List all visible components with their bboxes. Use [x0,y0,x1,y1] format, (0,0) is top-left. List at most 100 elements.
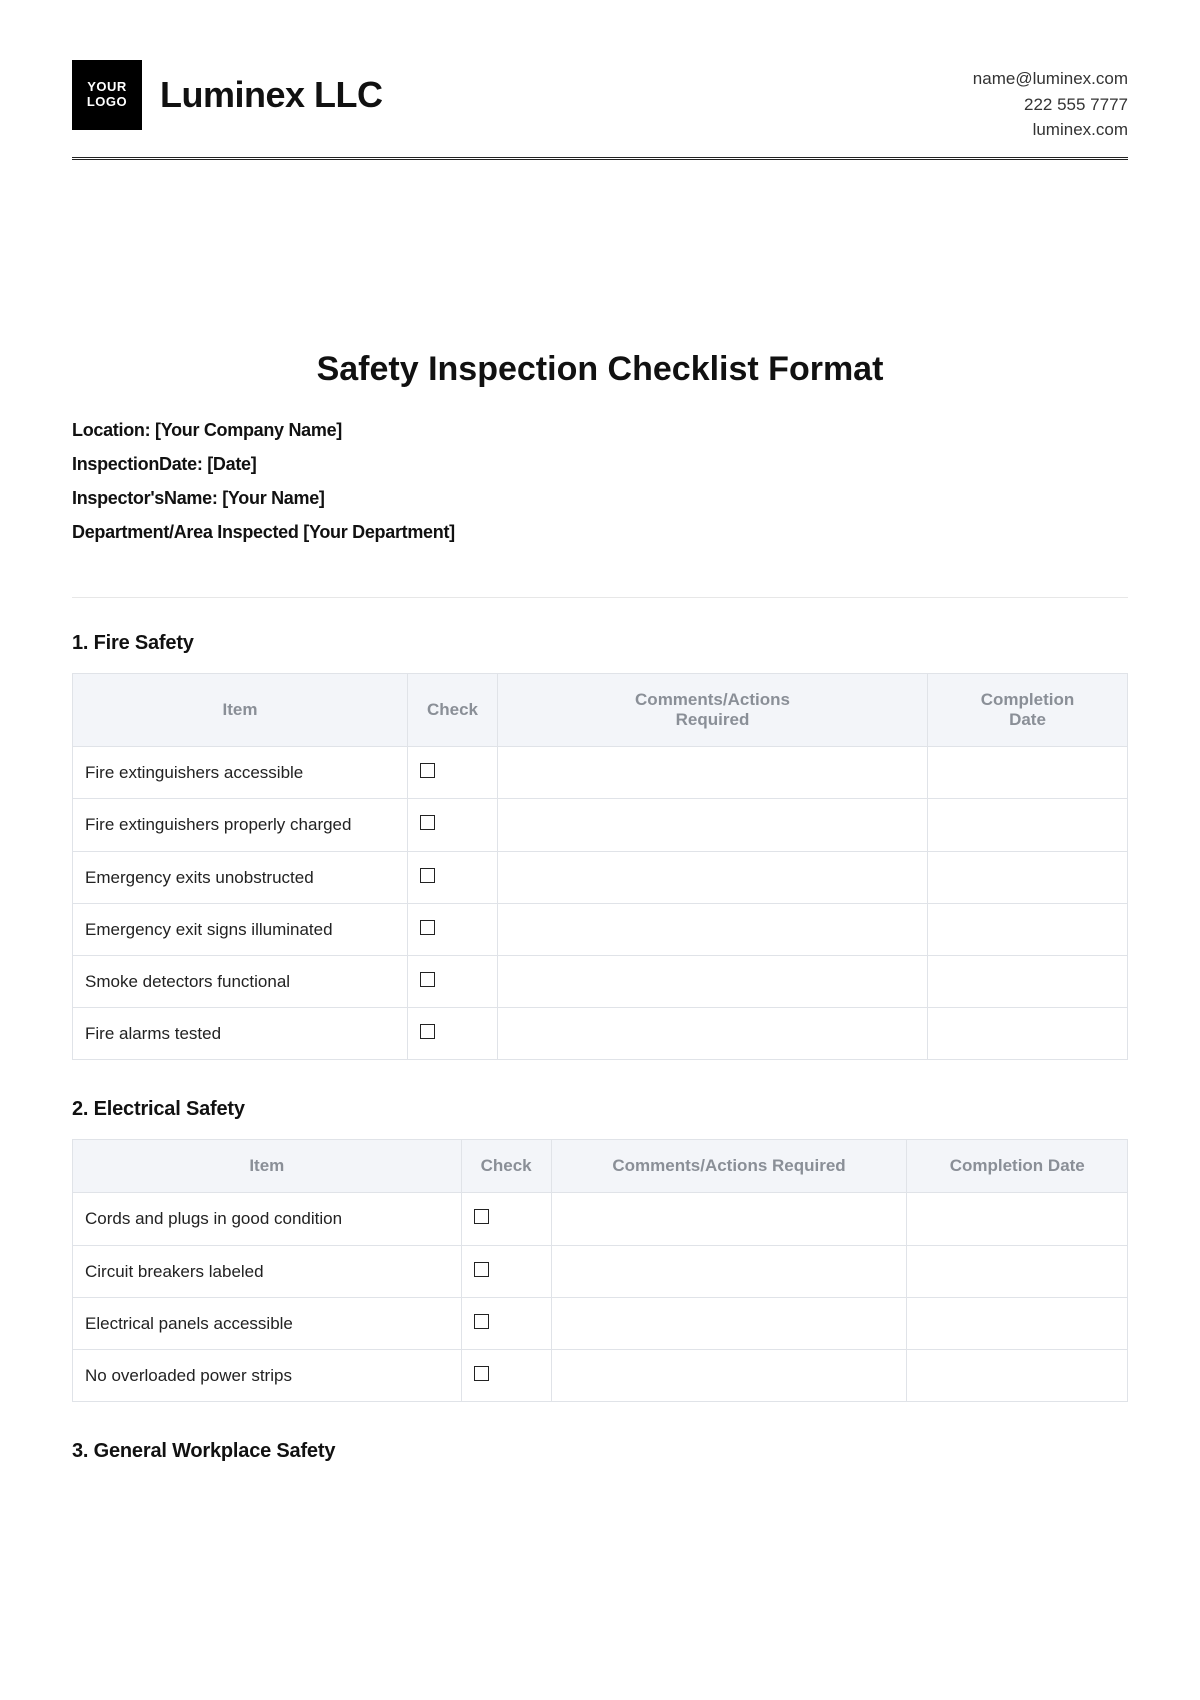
check-cell[interactable] [408,799,498,851]
item-cell: Smoke detectors functional [73,956,408,1008]
contact-site: luminex.com [973,117,1128,143]
check-cell[interactable] [408,956,498,1008]
check-cell[interactable] [461,1349,551,1401]
check-cell[interactable] [461,1193,551,1245]
checkbox-icon[interactable] [474,1262,489,1277]
meta-dept-label: Department/Area Inspected [72,522,299,542]
meta-location-label: Location: [72,420,150,440]
completion-cell[interactable] [928,851,1128,903]
checkbox-icon[interactable] [420,920,435,935]
checkbox-icon[interactable] [420,1024,435,1039]
table-row: Fire extinguishers accessible [73,747,1128,799]
section-heading-electrical: 2. Electrical Safety [72,1098,1128,1121]
completion-cell[interactable] [928,799,1128,851]
contact-email: name@luminex.com [973,66,1128,92]
table-header-row: Item Check Comments/Actions Required Com… [73,1140,1128,1193]
item-cell: Cords and plugs in good condition [73,1193,462,1245]
completion-cell[interactable] [928,747,1128,799]
comments-cell[interactable] [498,851,928,903]
table-row: No overloaded power strips [73,1349,1128,1401]
logo-line-bottom: LOGO [87,95,127,110]
page-title: Safety Inspection Checklist Format [72,350,1128,389]
col-check: Check [461,1140,551,1193]
document-header: YOUR LOGO Luminex LLC name@luminex.com 2… [72,60,1128,143]
item-cell: No overloaded power strips [73,1349,462,1401]
checkbox-icon[interactable] [420,972,435,987]
contact-block: name@luminex.com 222 555 7777 luminex.co… [973,66,1128,143]
completion-cell[interactable] [907,1349,1128,1401]
col-check: Check [408,674,498,747]
check-cell[interactable] [461,1245,551,1297]
table-row: Fire alarms tested [73,1008,1128,1060]
table-row: Electrical panels accessible [73,1297,1128,1349]
table-row: Emergency exits unobstructed [73,851,1128,903]
checkbox-icon[interactable] [474,1209,489,1224]
completion-cell[interactable] [907,1297,1128,1349]
meta-inspector-value: [Your Name] [222,488,324,508]
comments-cell[interactable] [498,799,928,851]
item-cell: Emergency exits unobstructed [73,851,408,903]
col-completion: Completion Date [907,1140,1128,1193]
fire-safety-table: Item Check Comments/Actions Required Com… [72,673,1128,1060]
check-cell[interactable] [408,903,498,955]
meta-block: Location: [Your Company Name] Inspection… [72,413,1128,550]
check-cell[interactable] [408,747,498,799]
checkbox-icon[interactable] [420,763,435,778]
comments-cell[interactable] [498,747,928,799]
checkbox-icon[interactable] [474,1366,489,1381]
electrical-safety-table: Item Check Comments/Actions Required Com… [72,1139,1128,1402]
table-row: Cords and plugs in good condition [73,1193,1128,1245]
checkbox-icon[interactable] [420,815,435,830]
comments-cell[interactable] [551,1349,907,1401]
logo-line-top: YOUR [87,80,127,95]
table-row: Circuit breakers labeled [73,1245,1128,1297]
checkbox-icon[interactable] [420,868,435,883]
comments-cell[interactable] [498,1008,928,1060]
check-cell[interactable] [461,1297,551,1349]
meta-inspector: Inspector'sName: [Your Name] [72,481,1128,515]
completion-cell[interactable] [907,1245,1128,1297]
item-cell: Fire alarms tested [73,1008,408,1060]
comments-cell[interactable] [551,1193,907,1245]
completion-cell[interactable] [928,956,1128,1008]
meta-inspection-date: InspectionDate: [Date] [72,447,1128,481]
meta-inspdate-value: [Date] [207,454,256,474]
item-cell: Fire extinguishers properly charged [73,799,408,851]
comments-cell[interactable] [498,903,928,955]
col-item: Item [73,1140,462,1193]
table-header-row: Item Check Comments/Actions Required Com… [73,674,1128,747]
completion-cell[interactable] [928,903,1128,955]
check-cell[interactable] [408,1008,498,1060]
table-row: Fire extinguishers properly charged [73,799,1128,851]
meta-location: Location: [Your Company Name] [72,413,1128,447]
meta-department: Department/Area Inspected [Your Departme… [72,515,1128,549]
comments-cell[interactable] [498,956,928,1008]
completion-cell[interactable] [907,1193,1128,1245]
meta-divider [72,597,1128,598]
check-cell[interactable] [408,851,498,903]
checkbox-icon[interactable] [474,1314,489,1329]
meta-dept-value: [Your Department] [303,522,455,542]
section-heading-general: 3. General Workplace Safety [72,1440,1128,1463]
logo-placeholder: YOUR LOGO [72,60,142,130]
brand-block: YOUR LOGO Luminex LLC [72,60,383,130]
completion-cell[interactable] [928,1008,1128,1060]
header-divider [72,157,1128,160]
meta-inspdate-label: InspectionDate: [72,454,203,474]
comments-cell[interactable] [551,1245,907,1297]
contact-phone: 222 555 7777 [973,92,1128,118]
col-comments: Comments/Actions Required [551,1140,907,1193]
company-name: Luminex LLC [160,74,383,116]
col-comments: Comments/Actions Required [498,674,928,747]
col-completion: Completion Date [928,674,1128,747]
meta-location-value: [Your Company Name] [155,420,342,440]
comments-cell[interactable] [551,1297,907,1349]
table-row: Emergency exit signs illuminated [73,903,1128,955]
meta-inspector-label: Inspector'sName: [72,488,218,508]
item-cell: Emergency exit signs illuminated [73,903,408,955]
item-cell: Electrical panels accessible [73,1297,462,1349]
section-heading-fire: 1. Fire Safety [72,632,1128,655]
col-item: Item [73,674,408,747]
table-row: Smoke detectors functional [73,956,1128,1008]
item-cell: Fire extinguishers accessible [73,747,408,799]
